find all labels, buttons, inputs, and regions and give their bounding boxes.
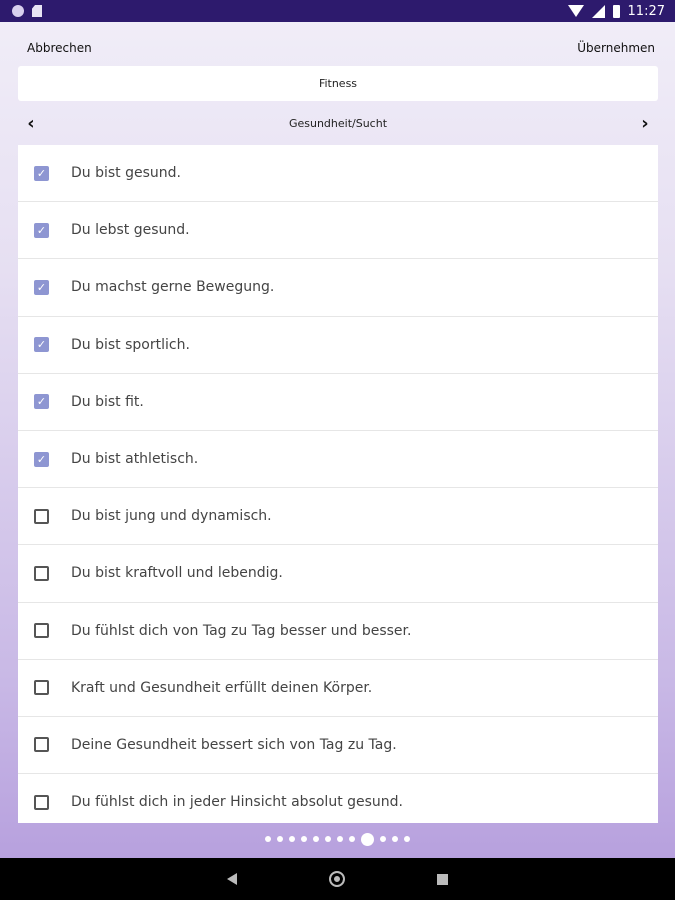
list-item-label: Du bist gesund. (71, 165, 181, 182)
category-title: Fitness (318, 77, 358, 90)
list-item[interactable]: Du bist jung und dynamisch. (18, 488, 658, 546)
list-item[interactable]: ✓ Du bist fit. (18, 374, 658, 431)
page-dot[interactable] (337, 836, 343, 842)
list-item-label: Du lebst gesund. (71, 222, 190, 239)
list-item-label: Du bist kraftvoll und lebendig. (71, 565, 283, 582)
page-dot[interactable] (277, 836, 283, 842)
checkbox-checked-icon[interactable]: ✓ (34, 279, 49, 295)
cancel-button[interactable]: Abbrechen (27, 41, 92, 55)
list-item[interactable]: Du fühlst dich von Tag zu Tag besser und… (18, 603, 658, 660)
top-actions: Abbrechen Übernehmen (0, 36, 675, 60)
page-dot[interactable] (265, 836, 271, 842)
page-dot[interactable] (380, 836, 386, 842)
page-dot[interactable] (313, 836, 319, 842)
list-item[interactable]: ✓ Du bist sportlich. (18, 317, 658, 374)
list-item-label: Du fühlst dich von Tag zu Tag besser und… (71, 622, 412, 639)
section-title: Gesundheit/Sucht (288, 116, 388, 130)
list-item[interactable]: ✓ Du machst gerne Bewegung. (18, 259, 658, 317)
page-dot[interactable] (289, 836, 295, 842)
checkbox-unchecked-icon[interactable] (34, 623, 49, 639)
list-item[interactable]: ✓ Du lebst gesund. (18, 202, 658, 260)
page-dot[interactable] (404, 836, 410, 842)
list-item[interactable]: ✓ Du bist gesund. (18, 145, 658, 203)
signal-icon (591, 4, 605, 18)
list-item-label: Du bist athletisch. (71, 451, 199, 468)
page-indicator (0, 832, 675, 846)
list-item-label: Du bist fit. (71, 393, 144, 410)
home-icon[interactable] (329, 871, 345, 887)
section-nav: ‹ Gesundheit/Sucht › (18, 110, 658, 136)
status-time: 11:27 (627, 3, 665, 19)
page-dot-active[interactable] (361, 832, 374, 846)
list-item[interactable]: Kraft und Gesundheit erfüllt deinen Körp… (18, 660, 658, 717)
sd-card-icon (32, 5, 42, 17)
page-dot[interactable] (349, 836, 355, 842)
list-item-label: Du fühlst dich in jeder Hinsicht absolut… (71, 794, 404, 811)
checkbox-unchecked-icon[interactable] (34, 508, 49, 524)
checkbox-checked-icon[interactable]: ✓ (34, 222, 49, 238)
list-item[interactable]: ✓ Du bist athletisch. (18, 431, 658, 489)
back-icon[interactable] (227, 873, 237, 885)
page-dot[interactable] (325, 836, 331, 842)
wifi-icon (567, 5, 584, 17)
checkbox-unchecked-icon[interactable] (34, 737, 49, 753)
checkbox-unchecked-icon[interactable] (34, 565, 49, 581)
list-item-label: Kraft und Gesundheit erfüllt deinen Körp… (71, 679, 373, 696)
checkbox-checked-icon[interactable]: ✓ (34, 165, 49, 181)
checkbox-checked-icon[interactable]: ✓ (34, 451, 49, 467)
list-item-label: Deine Gesundheit bessert sich von Tag zu… (71, 736, 397, 753)
checkbox-unchecked-icon[interactable] (34, 680, 49, 696)
list-item-label: Du bist jung und dynamisch. (71, 508, 272, 525)
checkbox-unchecked-icon[interactable] (34, 794, 49, 810)
list-item-label: Du machst gerne Bewegung. (71, 279, 275, 296)
recent-apps-icon[interactable] (437, 873, 448, 885)
checkbox-checked-icon[interactable]: ✓ (34, 394, 49, 410)
system-nav-bar (0, 858, 675, 900)
list-item-label: Du bist sportlich. (71, 336, 190, 353)
notification-circle-icon (12, 5, 24, 17)
page-dot[interactable] (392, 836, 398, 842)
affirmation-list: ✓ Du bist gesund. ✓ Du lebst gesund. ✓ Du mac… (18, 145, 658, 823)
status-right: 11:27 (567, 3, 665, 19)
status-bar: 11:27 (0, 0, 675, 22)
status-left (12, 5, 42, 17)
chevron-left-icon[interactable]: ‹ (18, 110, 44, 136)
checkbox-checked-icon[interactable]: ✓ (34, 337, 49, 353)
category-selector[interactable]: Fitness (18, 66, 658, 101)
list-item[interactable]: Deine Gesundheit bessert sich von Tag zu… (18, 717, 658, 775)
apply-button[interactable]: Übernehmen (577, 41, 655, 55)
page-dot[interactable] (301, 836, 307, 842)
list-item[interactable]: Du fühlst dich in jeder Hinsicht absolut… (18, 774, 658, 823)
chevron-right-icon[interactable]: › (632, 110, 658, 136)
battery-icon (612, 4, 620, 18)
list-item[interactable]: Du bist kraftvoll und lebendig. (18, 545, 658, 603)
